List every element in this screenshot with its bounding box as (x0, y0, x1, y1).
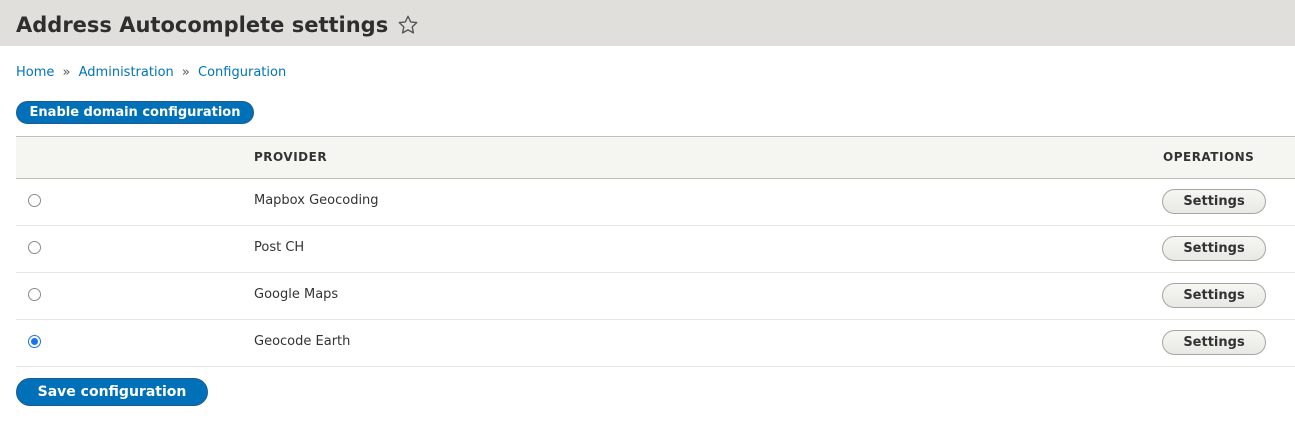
breadcrumb: Home » Administration » Configuration (16, 64, 286, 82)
breadcrumb-separator: » (181, 65, 190, 80)
page-header: Address Autocomplete settings (0, 0, 1295, 46)
provider-name: Post CH (254, 240, 305, 255)
column-header-operations: OPERATIONS (1163, 150, 1255, 164)
save-configuration-button[interactable]: Save configuration (16, 378, 208, 406)
breadcrumb-administration-link[interactable]: Administration (79, 65, 174, 80)
provider-radio-google-maps[interactable] (28, 288, 41, 301)
table-header: PROVIDER OPERATIONS (16, 136, 1295, 179)
provider-table: PROVIDER OPERATIONS Mapbox Geocoding Set… (16, 136, 1295, 367)
provider-radio-geocode-earth[interactable] (28, 335, 41, 348)
settings-button-mapbox-geocoding[interactable]: Settings (1162, 189, 1266, 214)
table-row: Google Maps Settings (16, 273, 1295, 320)
provider-name: Geocode Earth (254, 334, 351, 349)
breadcrumb-separator: » (62, 65, 71, 80)
settings-button-post-ch[interactable]: Settings (1162, 236, 1266, 261)
table-row: Post CH Settings (16, 226, 1295, 273)
settings-button-google-maps[interactable]: Settings (1162, 283, 1266, 308)
breadcrumb-configuration-link[interactable]: Configuration (198, 65, 286, 80)
table-row: Mapbox Geocoding Settings (16, 179, 1295, 226)
provider-name: Google Maps (254, 287, 339, 302)
column-header-provider: PROVIDER (254, 150, 328, 164)
provider-name: Mapbox Geocoding (254, 193, 379, 208)
table-row: Geocode Earth Settings (16, 320, 1295, 367)
settings-button-geocode-earth[interactable]: Settings (1162, 330, 1266, 355)
provider-radio-post-ch[interactable] (28, 241, 41, 254)
page-title: Address Autocomplete settings (16, 13, 389, 37)
breadcrumb-home-link[interactable]: Home (16, 65, 54, 80)
star-icon[interactable] (397, 14, 419, 36)
provider-radio-mapbox-geocoding[interactable] (28, 194, 41, 207)
enable-domain-configuration-button[interactable]: Enable domain configuration (16, 101, 254, 124)
